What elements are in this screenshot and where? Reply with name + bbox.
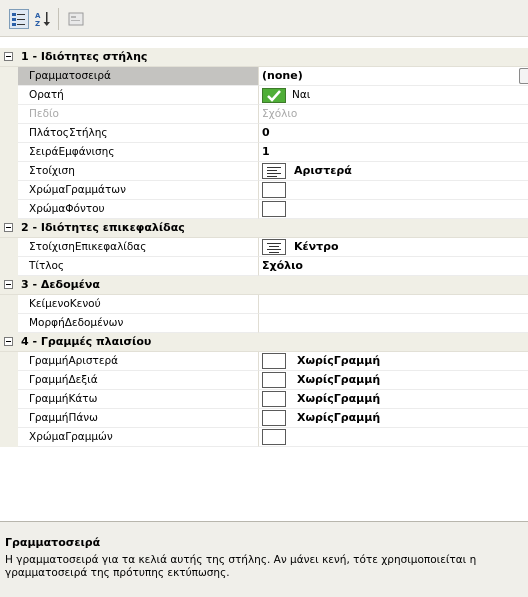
property-value-text: Κέντρο [294,240,339,253]
property-row-border-top[interactable]: ΓραμμήΠάνω ΧωρίςΓραμμή [0,409,528,428]
color-swatch [262,429,286,445]
collapse-icon[interactable] [4,280,13,289]
property-value-title[interactable]: Σχόλιο [259,257,528,276]
description-title: Γραμματοσειρά [5,536,101,549]
property-value-line-color[interactable] [259,428,528,447]
property-name: Γραμματοσειρά [18,67,259,86]
property-value-text: ΧωρίςΓραμμή [297,373,381,386]
property-value-text: ΧωρίςΓραμμή [297,411,381,424]
property-value-border-bottom[interactable]: ΧωρίςΓραμμή [259,390,528,409]
toolbar-separator [58,8,59,30]
property-name: ΜορφήΔεδομένων [18,314,259,333]
line-style-swatch [262,372,286,388]
property-name: Πεδίο [18,105,259,124]
property-row-border-right[interactable]: ΓραμμήΔεξιά ΧωρίςΓραμμή [0,371,528,390]
line-style-swatch [262,353,286,369]
property-name: ΣτοίχισηΕπικεφαλίδας [18,238,259,257]
property-value-text: ΧωρίςΓραμμή [297,392,381,405]
property-name: ΧρώμαΓραμμάτων [18,181,259,200]
property-row-field[interactable]: Πεδίο Σχόλιο [0,105,528,124]
property-value-column-width[interactable]: 0 [259,124,528,143]
align-left-icon [262,163,286,179]
category-border-lines[interactable]: 4 - Γραμμές πλαισίου [0,333,528,352]
ellipsis-button[interactable] [519,68,528,84]
property-name: ΓραμμήΑριστερά [18,352,259,371]
checkmark-icon [262,88,286,103]
property-row-column-width[interactable]: ΠλάτοςΣτήλης 0 [0,124,528,143]
line-style-swatch [262,410,286,426]
property-row-alignment[interactable]: Στοίχιση Αριστερά [0,162,528,181]
category-label: 4 - Γραμμές πλαισίου [21,335,152,348]
property-value-field: Σχόλιο [259,105,528,124]
category-label: 2 - Ιδιότητες επικεφαλίδας [21,221,185,234]
categorized-button[interactable] [9,9,29,29]
property-row-fore-color[interactable]: ΧρώμαΓραμμάτων [0,181,528,200]
property-value-border-left[interactable]: ΧωρίςΓραμμή [259,352,528,371]
categorized-icon [12,13,25,26]
property-value-fore-color[interactable] [259,181,528,200]
collapse-icon[interactable] [4,223,13,232]
property-row-border-bottom[interactable]: ΓραμμήΚάτω ΧωρίςΓραμμή [0,390,528,409]
property-value-visible[interactable]: Ναι [259,86,528,105]
property-pages-button[interactable] [66,9,86,29]
property-grid: 1 - Ιδιότητες στήλης Γραμματοσειρά (none… [0,48,528,512]
property-row-line-color[interactable]: ΧρώμαΓραμμών [0,428,528,447]
alphabetical-button[interactable]: A Z [33,9,53,29]
property-value-header-alignment[interactable]: Κέντρο [259,238,528,257]
category-label: 1 - Ιδιότητες στήλης [21,50,148,63]
property-row-header-alignment[interactable]: ΣτοίχισηΕπικεφαλίδας Κέντρο [0,238,528,257]
property-value-font[interactable]: (none) [259,67,528,86]
property-row-font[interactable]: Γραμματοσειρά (none) [0,67,528,86]
collapse-icon[interactable] [4,52,13,61]
description-text: Η γραμματοσειρά για τα κελιά αυτής της σ… [5,554,477,579]
property-value-text: ΧωρίςΓραμμή [297,354,381,367]
property-row-data-format[interactable]: ΜορφήΔεδομένων [0,314,528,333]
sort-alphabetical-icon: A Z [35,12,50,28]
property-name: ΧρώμαΦόντου [18,200,259,219]
category-header-properties[interactable]: 2 - Ιδιότητες επικεφαλίδας [0,219,528,238]
property-name: ΣειράΕμφάνισης [18,143,259,162]
property-name: ΓραμμήΚάτω [18,390,259,409]
property-name: Τίτλος [18,257,259,276]
property-name: ΚείμενοΚενού [18,295,259,314]
category-label: 3 - Δεδομένα [21,278,100,291]
color-swatch [262,201,286,217]
svg-text:Z: Z [35,20,40,28]
property-value-back-color[interactable] [259,200,528,219]
property-value-text: Ναι [292,89,311,101]
align-center-icon [262,239,286,255]
property-row-display-order[interactable]: ΣειράΕμφάνισης 1 [0,143,528,162]
property-name: Στοίχιση [18,162,259,181]
property-row-title[interactable]: Τίτλος Σχόλιο [0,257,528,276]
property-name: ΓραμμήΔεξιά [18,371,259,390]
property-row-empty-text[interactable]: ΚείμενοΚενού [0,295,528,314]
collapse-icon[interactable] [4,337,13,346]
property-name: ΓραμμήΠάνω [18,409,259,428]
property-name: Ορατή [18,86,259,105]
property-value-text: Αριστερά [294,164,352,177]
property-value-empty-text[interactable] [259,295,528,314]
property-name: ΠλάτοςΣτήλης [18,124,259,143]
line-style-swatch [262,391,286,407]
property-value-alignment[interactable]: Αριστερά [259,162,528,181]
property-grid-toolbar: A Z [0,0,528,37]
property-row-back-color[interactable]: ΧρώμαΦόντου [0,200,528,219]
property-pages-icon [68,12,84,26]
property-value-border-right[interactable]: ΧωρίςΓραμμή [259,371,528,390]
description-panel: Γραμματοσειρά Η γραμματοσειρά για τα κελ… [0,521,528,597]
property-row-border-left[interactable]: ΓραμμήΑριστερά ΧωρίςΓραμμή [0,352,528,371]
property-value-border-top[interactable]: ΧωρίςΓραμμή [259,409,528,428]
property-value-display-order[interactable]: 1 [259,143,528,162]
property-value-data-format[interactable] [259,314,528,333]
property-row-visible[interactable]: Ορατή Ναι [0,86,528,105]
category-column-properties[interactable]: 1 - Ιδιότητες στήλης [0,48,528,67]
color-swatch [262,182,286,198]
property-name: ΧρώμαΓραμμών [18,428,259,447]
category-data[interactable]: 3 - Δεδομένα [0,276,528,295]
svg-text:A: A [35,12,41,20]
